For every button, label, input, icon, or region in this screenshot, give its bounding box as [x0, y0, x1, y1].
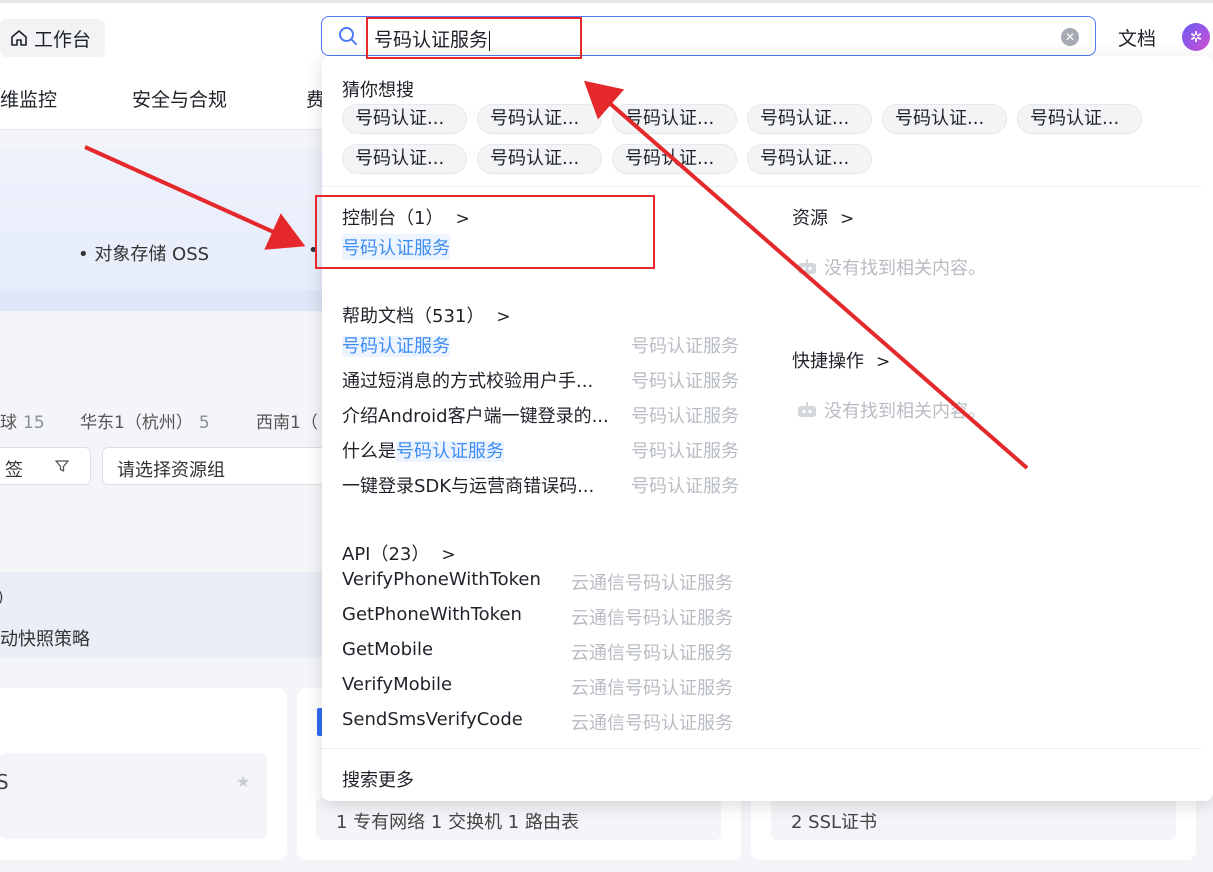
search-dropdown: 猜你想搜 号码认证... 号码认证... 号码认证... 号码认证... 号码认… — [322, 56, 1213, 801]
region-global[interactable]: 球 15 — [0, 408, 45, 433]
resources-title-text: 资源 — [792, 208, 828, 229]
api-source: 云通信号码认证服务 — [571, 608, 733, 629]
docs-section-title[interactable]: 帮助文档（531） > — [342, 302, 511, 328]
ssl-stats: 2 SSL证书 — [791, 812, 878, 833]
divider — [322, 186, 1202, 187]
snapshot-title: ) — [0, 590, 3, 606]
tag-filter-label: 签 — [5, 460, 23, 481]
suggestion-chip[interactable]: 号码认证... — [612, 144, 737, 174]
api-section-title[interactable]: API（23） > — [342, 540, 456, 566]
doc-result-item[interactable]: 通过短消息的方式校验用户手... — [342, 367, 593, 393]
doc-highlight: 号码认证服务 — [396, 441, 504, 462]
chevron-right-icon: > — [496, 307, 511, 327]
search-icon — [339, 27, 357, 45]
star-icon[interactable]: ★ — [236, 772, 250, 791]
doc-source: 号码认证服务 — [631, 476, 739, 497]
banner-band — [0, 291, 330, 311]
banner — [0, 150, 330, 295]
suggestion-chip[interactable]: 号码认证... — [342, 104, 467, 134]
api-source: 云通信号码认证服务 — [571, 678, 733, 699]
suggestion-chip[interactable]: 号码认证... — [477, 144, 602, 174]
doc-source: 号码认证服务 — [631, 371, 739, 392]
annotation-box-search — [366, 17, 582, 59]
region-name: 华东1（杭州） — [80, 413, 193, 433]
suggestion-chip[interactable]: 号码认证... — [882, 104, 1007, 134]
doc-source: 号码认证服务 — [631, 406, 739, 427]
suggestion-chip[interactable]: 号码认证... — [1017, 104, 1142, 134]
tag-filter[interactable]: 签 — [0, 447, 91, 485]
suggestion-chip[interactable]: 号码认证... — [612, 104, 737, 134]
chevron-right-icon: > — [441, 545, 456, 565]
api-title-text: API（23） — [342, 544, 430, 565]
filter-icon — [55, 460, 69, 473]
api-source: 云通信号码认证服务 — [571, 573, 733, 594]
api-result-item[interactable]: VerifyMobile — [342, 674, 452, 695]
robot-icon — [798, 259, 816, 274]
chevron-right-icon: > — [840, 209, 855, 229]
api-source: 云通信号码认证服务 — [571, 713, 733, 734]
api-result-item[interactable]: GetMobile — [342, 639, 433, 660]
workbench-label: 工作台 — [34, 28, 92, 51]
robot-icon — [798, 402, 816, 417]
doc-result-item[interactable]: 什么是号码认证服务 — [342, 437, 504, 463]
doc-result-item[interactable]: 号码认证服务 — [342, 332, 450, 358]
nav-item-security[interactable]: 安全与合规 — [132, 85, 227, 112]
api-result-item[interactable]: SendSmsVerifyCode — [342, 709, 523, 730]
shortcuts-empty-text: 没有找到相关内容。 — [824, 401, 986, 422]
api-result-item[interactable]: GetPhoneWithToken — [342, 604, 522, 625]
region-southwest[interactable]: 西南1（ — [256, 408, 318, 433]
shortcuts-empty: 没有找到相关内容。 — [796, 397, 986, 423]
region-name: 西南1（ — [256, 413, 318, 433]
chevron-right-icon: > — [876, 352, 891, 372]
shortcuts-title-text: 快捷操作 — [792, 351, 864, 372]
doc-prefix: 什么是 — [342, 441, 396, 462]
doc-highlight: 号码认证服务 — [342, 336, 450, 357]
doc-result-item[interactable]: 介绍Android客户端一键登录的... — [342, 402, 609, 428]
doc-result-item[interactable]: 一键登录SDK与运营商错误码... — [342, 472, 594, 498]
resources-empty-text: 没有找到相关内容。 — [824, 258, 986, 279]
resource-group-select[interactable]: 请选择资源组 — [102, 447, 332, 485]
region-name: 球 — [0, 413, 17, 433]
doc-source: 号码认证服务 — [631, 336, 739, 357]
search-more-link[interactable]: 搜索更多 — [342, 766, 414, 792]
resources-section-title[interactable]: 资源 > — [792, 204, 854, 230]
region-count: 15 — [23, 413, 45, 433]
guess-title: 猜你想搜 — [342, 80, 414, 101]
annotation-box-console — [315, 195, 655, 269]
suggestion-chip[interactable]: 号码认证... — [747, 104, 872, 134]
region-hangzhou[interactable]: 华东1（杭州） 5 — [80, 408, 210, 433]
resource-group-placeholder: 请选择资源组 — [117, 460, 225, 481]
clear-icon[interactable]: ✕ — [1061, 28, 1079, 46]
docs-title-text: 帮助文档（531） — [342, 306, 485, 327]
resources-empty: 没有找到相关内容。 — [796, 254, 986, 280]
workbench-button[interactable]: 工作台 — [0, 19, 105, 57]
bullet-oss[interactable]: • 对象存储 OSS — [78, 240, 209, 266]
snapshot-policy-text[interactable]: 动快照策略 — [0, 625, 90, 651]
shortcuts-section-title[interactable]: 快捷操作 > — [792, 347, 890, 373]
doc-source: 号码认证服务 — [631, 441, 739, 462]
suggestion-chip[interactable]: 号码认证... — [342, 144, 467, 174]
divider — [322, 748, 1202, 749]
avatar[interactable]: ✲ — [1182, 23, 1210, 51]
api-source: 云通信号码认证服务 — [571, 643, 733, 664]
region-count: 5 — [198, 413, 210, 433]
docs-link[interactable]: 文档 — [1118, 24, 1156, 51]
suggestion-chip[interactable]: 号码认证... — [477, 104, 602, 134]
nav-item-monitoring[interactable]: 维监控 — [0, 85, 57, 112]
home-icon — [11, 30, 27, 46]
suggestion-chip[interactable]: 号码认证... — [747, 144, 872, 174]
api-result-item[interactable]: VerifyPhoneWithToken — [342, 569, 541, 590]
resource-card-1-title: S — [0, 770, 9, 794]
network-stats: 1 专有网络 1 交换机 1 路由表 — [336, 812, 579, 833]
resource-card-1-inner — [0, 753, 267, 839]
